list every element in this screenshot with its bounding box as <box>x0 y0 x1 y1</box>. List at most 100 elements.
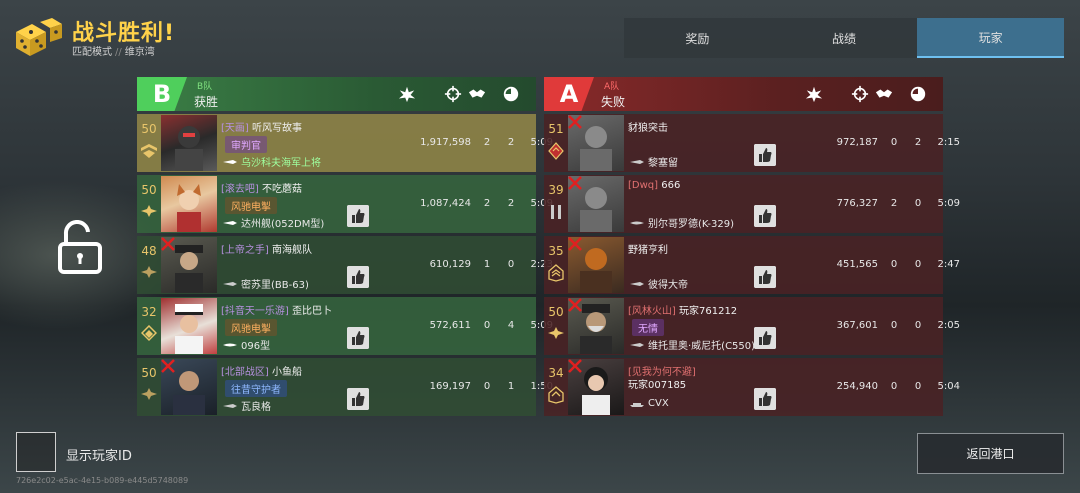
rank-insignia-icon <box>548 142 564 160</box>
red-x-icon <box>161 237 175 251</box>
team-a-header: A A队 失败 <box>544 77 943 111</box>
explosion-icon <box>398 86 416 103</box>
ship-class-icon <box>223 403 237 408</box>
clock-icon <box>503 86 519 102</box>
thumbs-up-icon[interactable] <box>754 388 776 410</box>
player-kills: 0 <box>890 259 898 270</box>
ship-class-icon <box>223 220 237 225</box>
thumbs-up-icon[interactable] <box>347 388 369 410</box>
player-row[interactable]: 50 [北部战区] 小鱼船 往昔守护者 瓦良格 169,197 0 1 1:50 <box>137 358 553 416</box>
ship-label: 096型 <box>241 341 271 352</box>
player-level: 50 <box>141 183 157 197</box>
player-clan: [天画] <box>221 123 249 134</box>
player-row[interactable]: 51 豺狼突击 黎塞留 972,187 0 2 2:15 <box>544 114 960 172</box>
return-port-button[interactable]: 返回港口 <box>917 433 1064 474</box>
player-row[interactable]: 39 [Dwq] 666 别尔哥罗德(K-329) 776,327 2 0 5:… <box>544 175 960 233</box>
player-title: 风驰电掣 <box>225 319 277 336</box>
player-kills: 0 <box>483 381 491 392</box>
match-mode: 匹配模式 <box>72 47 112 58</box>
player-title: 风驰电掣 <box>225 197 277 214</box>
player-clan: [抖音天一乐游] <box>221 306 289 317</box>
player-row[interactable]: 34 [见我为何不避] 玩家007185 CVX 254,940 0 0 5:0… <box>544 358 960 416</box>
player-name: 听风写故事 <box>252 123 302 134</box>
player-assists: 0 <box>914 259 922 270</box>
player-assists: 2 <box>507 137 515 148</box>
player-kills: 0 <box>890 381 898 392</box>
player-row[interactable]: 50 [天画] 听风写故事 审判官 乌沙科夫海军上将 1,917,598 2 2… <box>137 114 553 172</box>
player-name: 不吃蘑菇 <box>262 184 302 195</box>
avatar <box>161 176 217 232</box>
stat-header-icons <box>376 77 536 111</box>
show-id-checkbox[interactable] <box>16 432 56 472</box>
player-score: 572,611 <box>429 320 471 331</box>
red-x-icon <box>568 359 582 373</box>
stat-header-icons <box>783 77 943 111</box>
unlock-icon[interactable] <box>54 220 104 276</box>
player-assists: 0 <box>507 259 515 270</box>
thumbs-up-icon[interactable] <box>347 327 369 349</box>
rank-insignia-icon <box>548 327 564 339</box>
ship-label: 密苏里(BB-63) <box>241 280 309 291</box>
player-score: 451,565 <box>836 259 878 270</box>
player-row[interactable]: 32 [抖音天一乐游] 歪比巴卜 风驰电掣 096型 572,611 0 4 5… <box>137 297 553 355</box>
player-assists: 0 <box>914 198 922 209</box>
rank-insignia-icon <box>141 266 157 278</box>
player-time: 2:15 <box>937 137 960 148</box>
avatar <box>161 359 217 415</box>
ship-label: 达州舰(052DM型) <box>241 219 325 230</box>
avatar <box>161 298 217 354</box>
avatar <box>161 115 217 171</box>
ship-name: 密苏里(BB-63) <box>223 276 309 291</box>
tab-rewards[interactable]: 奖励 <box>624 18 771 58</box>
avatar <box>161 237 217 293</box>
player-time: 5:09 <box>937 198 960 209</box>
show-id-label: 显示玩家ID <box>66 449 132 464</box>
ship-label: 维托里奥·威尼托(C550) <box>648 341 756 352</box>
ship-label: CVX <box>648 398 669 409</box>
avatar <box>568 176 624 232</box>
red-x-icon <box>568 115 582 129</box>
player-row[interactable]: 35 野猪亨利 彼得大帝 451,565 0 0 2:47 <box>544 236 960 294</box>
player-level: 32 <box>141 305 157 319</box>
avatar <box>568 359 624 415</box>
player-clan: [Dwq] <box>628 180 659 191</box>
result-tabs: 奖励 战绩 玩家 <box>624 18 1065 58</box>
player-score: 1,087,424 <box>420 198 471 209</box>
thumbs-up-icon[interactable] <box>754 205 776 227</box>
thumbs-up-icon[interactable] <box>754 144 776 166</box>
handshake-icon <box>468 89 486 98</box>
player-kills: 2 <box>890 198 898 209</box>
player-name: 小鱼船 <box>272 367 302 378</box>
dice-icon <box>16 18 62 56</box>
tab-record[interactable]: 战绩 <box>771 18 918 58</box>
team-name: B队 <box>197 82 213 92</box>
player-score: 972,187 <box>836 137 878 148</box>
ship-name: 瓦良格 <box>223 398 271 413</box>
player-level: 48 <box>141 244 157 258</box>
rank-insignia-icon <box>551 205 561 219</box>
thumbs-up-icon[interactable] <box>347 266 369 288</box>
match-info: 匹配模式//维京湾 <box>72 43 155 58</box>
thumbs-up-icon[interactable] <box>754 327 776 349</box>
player-row[interactable]: 50 [滚去吧] 不吃蘑菇 风驰电掣 达州舰(052DM型) 1,087,424… <box>137 175 553 233</box>
ship-name: 达州舰(052DM型) <box>223 215 324 230</box>
rank-insignia-icon <box>141 388 157 400</box>
player-assists: 2 <box>507 198 515 209</box>
thumbs-up-icon[interactable] <box>347 205 369 227</box>
player-row[interactable]: 48 [上帝之手] 南海舰队 密苏里(BB-63) 610,129 1 0 2:… <box>137 236 553 294</box>
player-kills: 0 <box>483 320 491 331</box>
session-id: 726e2c02-e5ac-4e15-b089-e445d5748089 <box>16 476 189 485</box>
separator: // <box>115 47 122 58</box>
ship-label: 黎塞留 <box>648 158 678 169</box>
thumbs-up-icon[interactable] <box>754 266 776 288</box>
player-level: 35 <box>548 244 564 258</box>
player-score: 169,197 <box>429 381 471 392</box>
player-assists: 2 <box>914 137 922 148</box>
ship-name: 096型 <box>223 337 270 352</box>
ship-class-icon <box>630 221 644 224</box>
avatar <box>568 298 624 354</box>
crosshair-icon <box>851 85 869 103</box>
handshake-icon <box>875 89 893 98</box>
tab-players[interactable]: 玩家 <box>917 18 1065 58</box>
player-row[interactable]: 50 [风林火山] 玩家761212 无情 维托里奥·威尼托(C550) 367… <box>544 297 960 355</box>
